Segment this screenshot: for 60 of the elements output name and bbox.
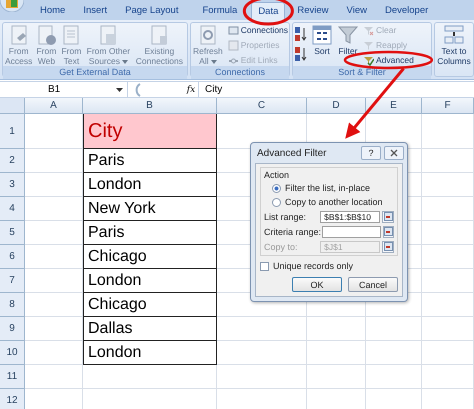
ribbon-tab[interactable]: Data <box>251 2 286 20</box>
field-label: Copy to: <box>264 242 299 252</box>
ok-button[interactable]: OK <box>292 277 342 292</box>
column-header[interactable]: E <box>366 98 422 114</box>
field-label: Criteria range: <box>264 226 320 236</box>
table-cell: City <box>83 114 217 149</box>
option-label: Copy to another location <box>285 197 383 207</box>
column-header[interactable]: B <box>83 98 217 114</box>
ribbon-command[interactable]: Connections <box>228 24 288 36</box>
row-header[interactable]: 1 <box>0 114 25 149</box>
option-label: Filter the list, in-place <box>285 183 370 193</box>
ribbon-tab[interactable]: Insert <box>77 2 114 20</box>
input-field[interactable]: $B$1:$B$10 <box>320 210 380 222</box>
row-header[interactable]: 11 <box>0 365 25 389</box>
ribbon-command[interactable]: Text to Columns <box>435 24 473 66</box>
row-header[interactable]: 9 <box>0 317 25 341</box>
column-header[interactable]: D <box>307 98 366 114</box>
group-title: Sort & Filter <box>338 67 386 77</box>
ribbon-tab[interactable]: Review <box>291 2 335 20</box>
column-header[interactable]: F <box>422 98 474 114</box>
field-label: List range: <box>264 212 308 222</box>
name-box[interactable]: B1 <box>0 82 128 97</box>
row-header[interactable]: 8 <box>0 293 25 317</box>
table-cell: London <box>83 269 217 293</box>
insert-function-button[interactable]: fx <box>184 84 198 94</box>
ribbon-tab[interactable]: Home <box>34 2 72 20</box>
ribbon-tab[interactable]: View <box>340 2 373 20</box>
group-title: Connections <box>214 67 266 77</box>
ribbon-command[interactable]: Sort <box>311 24 333 56</box>
help-button[interactable]: ? <box>361 146 381 160</box>
row-header[interactable]: 6 <box>0 245 25 269</box>
row-header[interactable]: 5 <box>0 221 25 245</box>
ribbon-tab[interactable]: Formula <box>196 2 244 20</box>
table-cell: Chicago <box>83 293 217 317</box>
table-cell: London <box>83 341 217 365</box>
column-header[interactable]: A <box>25 98 83 114</box>
group-title: Get External Data <box>59 67 131 77</box>
row-header[interactable]: 7 <box>0 269 25 293</box>
table-cell: Paris <box>83 149 217 173</box>
formula-field[interactable]: City <box>198 82 474 97</box>
table-cell: New York <box>83 197 217 221</box>
row-header[interactable]: 4 <box>0 197 25 221</box>
ribbon-command[interactable]: From Access <box>5 24 32 66</box>
checkbox-label: Unique records only <box>273 261 354 271</box>
table-cell: Dallas <box>83 317 217 341</box>
dialog-title: Advanced Filter <box>257 148 328 158</box>
ribbon-command[interactable]: Filter <box>337 24 359 56</box>
row-header[interactable]: 12 <box>0 389 25 409</box>
cancel-button[interactable]: Cancel <box>348 277 398 292</box>
ribbon-tab[interactable]: Developer <box>378 2 434 20</box>
table-cell: London <box>83 173 217 197</box>
section-label: Action <box>264 170 290 180</box>
row-header[interactable]: 3 <box>0 173 25 197</box>
row-header[interactable]: 2 <box>0 149 25 173</box>
ribbon-command[interactable]: Advanced <box>363 54 414 66</box>
table-cell: Paris <box>83 221 217 245</box>
ribbon-tab[interactable]: Page Layout <box>119 2 184 20</box>
row-header[interactable]: 10 <box>0 341 25 365</box>
table-cell: Chicago <box>83 245 217 269</box>
column-header[interactable]: C <box>217 98 307 114</box>
